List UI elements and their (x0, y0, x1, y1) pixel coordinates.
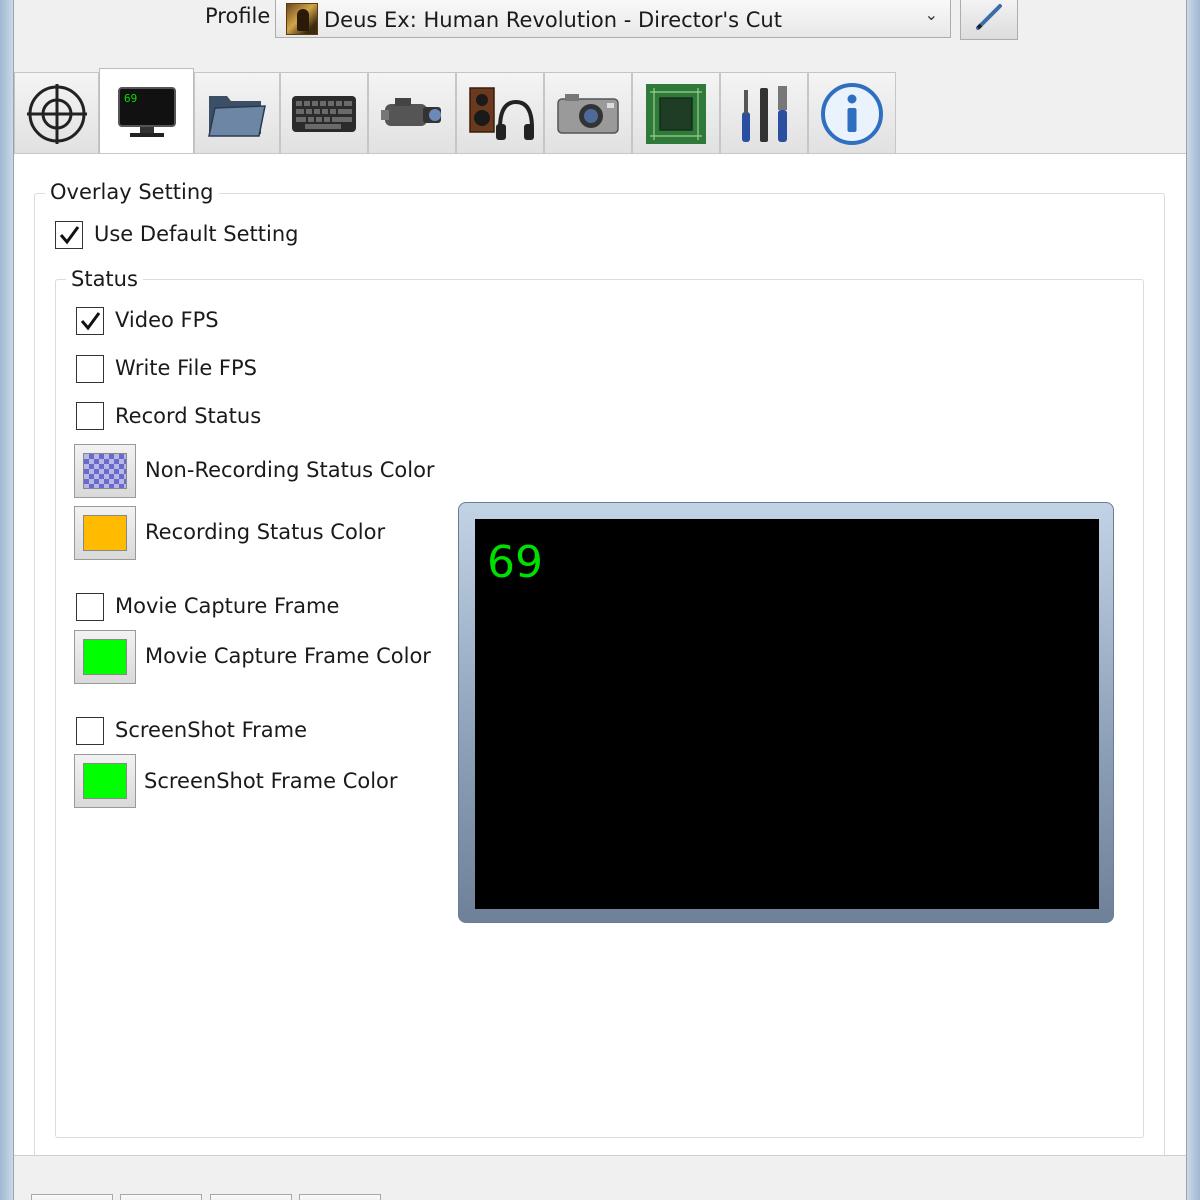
camera-icon (557, 93, 619, 134)
recording-color-button[interactable] (74, 506, 136, 560)
monitor-overlay-icon: 69 (117, 87, 176, 137)
profile-dropdown[interactable]: Deus Ex: Human Revolution - Director's C… (275, 0, 951, 38)
pencil-icon (976, 4, 1002, 30)
overlay-panel: Overlay Setting Use Default Setting Stat… (14, 154, 1186, 1200)
movie-capture-frame-color-label: Movie Capture Frame Color (145, 644, 431, 668)
status-title: Status (66, 267, 143, 291)
recording-color-swatch (83, 515, 127, 551)
record-status-checkbox[interactable] (76, 402, 104, 430)
tab-camcorder[interactable] (368, 72, 456, 154)
info-icon (821, 82, 883, 145)
camcorder-icon (381, 97, 441, 126)
profile-label: Profile (205, 4, 271, 28)
game-thumbnail-icon (286, 3, 318, 35)
overlay-setting-title: Overlay Setting (45, 180, 219, 204)
bottom-button-bar (14, 1155, 1186, 1200)
preview-fps-counter: 69 (487, 537, 543, 588)
bottom-button-2[interactable] (120, 1194, 202, 1200)
checkmark-icon (80, 312, 101, 331)
svg-text:69: 69 (124, 92, 137, 105)
tab-audio[interactable] (456, 72, 544, 154)
use-default-checkbox[interactable] (55, 221, 83, 249)
use-default-label: Use Default Setting (94, 222, 299, 246)
gpu-chip-icon (646, 83, 706, 144)
chevron-down-icon[interactable]: ⌄ (925, 5, 938, 24)
folder-icon (208, 95, 266, 137)
screenshot-frame-color-button[interactable] (74, 754, 136, 808)
movie-capture-frame-color-button[interactable] (74, 630, 136, 684)
bottom-button-3[interactable] (210, 1194, 292, 1200)
record-status-label: Record Status (115, 404, 262, 428)
video-fps-label: Video FPS (115, 308, 219, 332)
profile-value: Deus Ex: Human Revolution - Director's C… (324, 8, 782, 32)
non-recording-color-button[interactable] (74, 444, 136, 498)
speaker-headphones-icon (469, 86, 534, 140)
bottom-button-1[interactable] (31, 1194, 113, 1200)
non-recording-color-label: Non-Recording Status Color (145, 458, 435, 482)
bottom-button-4[interactable] (299, 1194, 381, 1200)
tab-overlay[interactable]: 69 (99, 68, 194, 155)
movie-capture-frame-label: Movie Capture Frame (115, 594, 340, 618)
recording-color-label: Recording Status Color (145, 520, 386, 544)
crosshair-icon (26, 83, 87, 144)
tools-icon (742, 85, 787, 142)
checker-swatch (83, 453, 127, 489)
window-frame-right (1186, 0, 1200, 1200)
tab-keyboard[interactable] (280, 72, 368, 154)
tab-camera[interactable] (544, 72, 632, 154)
overlay-preview: 69 (458, 502, 1114, 923)
movie-capture-frame-checkbox[interactable] (76, 593, 104, 621)
tab-tools[interactable] (720, 72, 808, 154)
edit-profile-button[interactable] (960, 0, 1018, 40)
write-file-fps-checkbox[interactable] (76, 355, 104, 383)
screenshot-frame-color-label: ScreenShot Frame Color (144, 769, 398, 793)
screenshot-frame-color-swatch (83, 763, 127, 799)
video-fps-checkbox[interactable] (76, 307, 104, 335)
screenshot-frame-checkbox[interactable] (76, 717, 104, 745)
checkmark-icon (59, 226, 80, 245)
window-frame-left (0, 0, 14, 1200)
preview-screen: 69 (475, 519, 1099, 909)
tab-info[interactable] (808, 72, 896, 154)
keyboard-icon (292, 95, 356, 132)
movie-capture-frame-color-swatch (83, 639, 127, 675)
screenshot-frame-label: ScreenShot Frame (115, 718, 308, 742)
tab-folder[interactable] (194, 72, 280, 154)
tab-crosshair[interactable] (14, 72, 99, 154)
tab-gpu[interactable] (632, 72, 720, 154)
write-file-fps-label: Write File FPS (115, 356, 258, 380)
